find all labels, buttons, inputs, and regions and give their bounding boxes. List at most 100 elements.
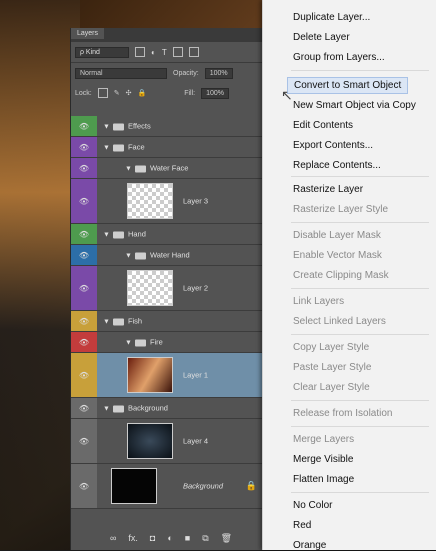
folder-icon bbox=[134, 252, 146, 260]
visibility-eye-icon[interactable]: 👁 bbox=[71, 137, 97, 157]
menu-item-flatten-image[interactable]: Flatten Image bbox=[293, 474, 354, 485]
layer-row[interactable]: 👁 ▼ Effects bbox=[71, 116, 271, 137]
layer-name: Layer 2 bbox=[183, 283, 209, 293]
layers-panel: Layers ρ Kind ◐ T Normal Opacity: 100% L… bbox=[70, 28, 271, 550]
adjustment-layer-icon[interactable]: ◐ bbox=[167, 533, 172, 543]
layer-row[interactable]: 👁 Layer 3 bbox=[71, 179, 271, 224]
menu-separator bbox=[291, 400, 429, 401]
folder-icon bbox=[134, 339, 146, 347]
visibility-eye-icon[interactable]: 👁 bbox=[71, 353, 97, 397]
menu-separator bbox=[291, 222, 429, 223]
opacity-field[interactable]: 100% bbox=[204, 67, 233, 79]
layer-row[interactable]: 👁 Layer 4 bbox=[71, 419, 271, 464]
blend-row: Normal Opacity: 100% bbox=[71, 63, 271, 83]
visibility-eye-icon[interactable]: 👁 bbox=[71, 158, 97, 178]
visibility-eye-icon[interactable]: 👁 bbox=[71, 245, 97, 265]
menu-item-create-clipping-mask: Create Clipping Mask bbox=[293, 270, 389, 281]
new-layer-icon[interactable]: ⧉ bbox=[202, 533, 208, 544]
layer-row[interactable]: 👁 ▼ Background bbox=[71, 398, 271, 419]
layer-row[interactable]: 👁 ▼ Hand bbox=[71, 224, 271, 245]
layer-row[interactable]: 👁 ▼ Water Hand bbox=[71, 245, 271, 266]
folder-icon bbox=[112, 405, 124, 413]
menu-item-red[interactable]: Red bbox=[293, 520, 311, 531]
tab-layers[interactable]: Layers bbox=[71, 28, 105, 39]
disclosure-arrow-icon[interactable]: ▼ bbox=[125, 253, 132, 260]
fx-icon[interactable]: fx. bbox=[128, 533, 138, 543]
menu-item-orange[interactable]: Orange bbox=[293, 540, 326, 551]
panel-tabbar: Layers bbox=[71, 28, 271, 42]
lock-position-icon[interactable]: ✣ bbox=[126, 89, 132, 97]
blend-mode-dropdown[interactable]: Normal bbox=[75, 67, 167, 79]
lock-all-icon[interactable]: 🔒 bbox=[137, 89, 146, 97]
visibility-eye-icon[interactable]: 👁 bbox=[71, 224, 97, 244]
opacity-label: Opacity: bbox=[173, 69, 199, 77]
pixel-filter-icon[interactable] bbox=[135, 47, 145, 57]
adjustment-filter-icon[interactable]: ◐ bbox=[151, 48, 156, 57]
menu-item-replace-contents[interactable]: Replace Contents... bbox=[293, 160, 381, 171]
menu-item-rasterize-layer[interactable]: Rasterize Layer bbox=[293, 184, 363, 195]
fill-field[interactable]: 100% bbox=[201, 87, 229, 99]
menu-item-select-linked-layers: Select Linked Layers bbox=[293, 316, 386, 327]
disclosure-arrow-icon[interactable]: ▼ bbox=[103, 124, 110, 131]
disclosure-arrow-icon[interactable]: ▼ bbox=[103, 145, 110, 152]
visibility-eye-icon[interactable]: 👁 bbox=[71, 464, 97, 508]
menu-item-merge-layers: Merge Layers bbox=[293, 434, 355, 445]
menu-separator bbox=[291, 176, 429, 177]
lock-pixels-icon[interactable]: ✎ bbox=[114, 89, 120, 97]
layers-bottom-toolbar: ∞ fx. ◘ ◐ ■ ⧉ 🗑 bbox=[71, 526, 271, 550]
kind-filter-dropdown[interactable]: ρ Kind bbox=[75, 46, 129, 58]
layer-row[interactable]: 👁 ▼ Face bbox=[71, 137, 271, 158]
menu-item-duplicate-layer[interactable]: Duplicate Layer... bbox=[293, 12, 370, 23]
folder-icon bbox=[112, 144, 124, 152]
visibility-eye-icon[interactable]: 👁 bbox=[71, 398, 97, 418]
visibility-eye-icon[interactable]: 👁 bbox=[71, 419, 97, 463]
menu-item-delete-layer[interactable]: Delete Layer bbox=[293, 32, 350, 43]
layer-row[interactable]: 👁 ▼ Water Face bbox=[71, 158, 271, 179]
disclosure-arrow-icon[interactable]: ▼ bbox=[125, 166, 132, 173]
smart-object-filter-icon[interactable] bbox=[188, 47, 199, 57]
visibility-eye-icon[interactable]: 👁 bbox=[71, 311, 97, 331]
disclosure-arrow-icon[interactable]: ▼ bbox=[103, 232, 110, 239]
layer-row[interactable]: 👁 ▼ Fish bbox=[71, 311, 271, 332]
menu-separator bbox=[291, 492, 429, 493]
layer-row[interactable]: 👁 Layer 1 bbox=[71, 353, 271, 398]
layer-row[interactable]: 👁 Layer 2 bbox=[71, 266, 271, 311]
disclosure-arrow-icon[interactable]: ▼ bbox=[103, 406, 110, 413]
layer-name: Water Face bbox=[149, 163, 189, 173]
folder-icon bbox=[112, 123, 124, 131]
filter-row: ρ Kind ◐ T bbox=[71, 42, 271, 62]
menu-item-merge-visible[interactable]: Merge Visible bbox=[293, 454, 353, 465]
new-group-icon[interactable]: ■ bbox=[185, 533, 190, 543]
menu-item-no-color[interactable]: No Color bbox=[293, 500, 332, 511]
menu-item-group-from-layers[interactable]: Group from Layers... bbox=[293, 52, 385, 63]
menu-item-convert-to-smart-object[interactable]: Convert to Smart Object bbox=[287, 77, 409, 94]
delete-layer-icon[interactable]: 🗑 bbox=[221, 533, 232, 544]
menu-item-enable-vector-mask: Enable Vector Mask bbox=[293, 250, 382, 261]
shape-filter-icon[interactable] bbox=[172, 47, 183, 57]
visibility-eye-icon[interactable]: 👁 bbox=[71, 116, 97, 136]
menu-item-rasterize-layer-style: Rasterize Layer Style bbox=[293, 204, 389, 215]
add-mask-icon[interactable]: ◘ bbox=[150, 533, 155, 543]
layer-name: Fire bbox=[149, 337, 163, 347]
menu-separator bbox=[291, 426, 429, 427]
menu-item-release-from-isolation: Release from Isolation bbox=[293, 408, 393, 419]
layer-row[interactable]: 👁 ▼ Fire bbox=[71, 332, 271, 353]
layer-thumbnail bbox=[127, 423, 173, 459]
menu-item-disable-layer-mask: Disable Layer Mask bbox=[293, 230, 381, 241]
visibility-eye-icon[interactable]: 👁 bbox=[71, 332, 97, 352]
link-layers-icon[interactable]: ∞ bbox=[110, 533, 116, 543]
layer-name: Layer 3 bbox=[183, 196, 209, 206]
disclosure-arrow-icon[interactable]: ▼ bbox=[103, 319, 110, 326]
lock-row: Lock: ✎ ✣ 🔒 Fill: 100% bbox=[71, 83, 271, 103]
layer-context-menu: Duplicate Layer... Delete Layer Group from… bbox=[262, 0, 436, 551]
menu-item-edit-contents[interactable]: Edit Contents bbox=[293, 120, 353, 131]
visibility-eye-icon[interactable]: 👁 bbox=[71, 266, 97, 310]
lock-transparent-icon[interactable] bbox=[97, 88, 108, 98]
type-filter-icon[interactable]: T bbox=[162, 48, 167, 57]
fill-label: Fill: bbox=[184, 89, 196, 97]
disclosure-arrow-icon[interactable]: ▼ bbox=[125, 340, 132, 347]
menu-item-new-smart-object-via-copy[interactable]: New Smart Object via Copy bbox=[293, 100, 416, 111]
menu-item-export-contents[interactable]: Export Contents... bbox=[293, 140, 373, 151]
visibility-eye-icon[interactable]: 👁 bbox=[71, 179, 97, 223]
layer-row[interactable]: 👁 🔒 Background bbox=[71, 464, 271, 509]
